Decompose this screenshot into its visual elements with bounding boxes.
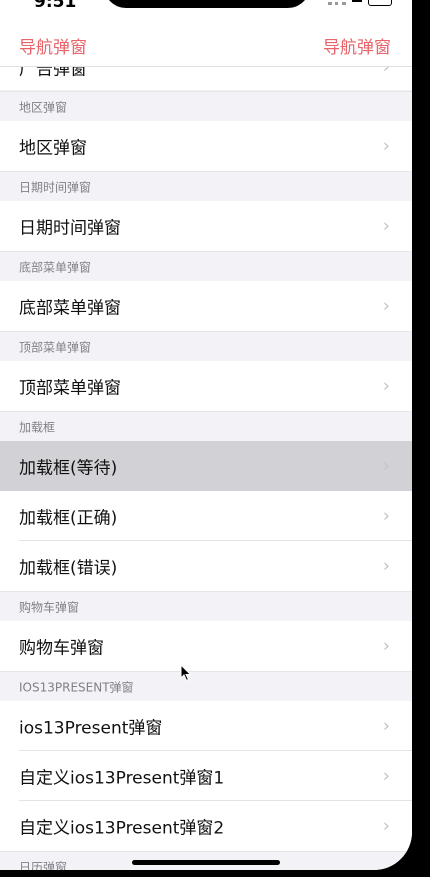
- list-item-loading-err[interactable]: 加载框(错误) ›: [0, 541, 412, 591]
- list-item-label: 顶部菜单弹窗: [19, 378, 121, 399]
- list-item-label: 购物车弹窗: [19, 638, 104, 659]
- list-item-ios13[interactable]: ios13Present弹窗 ›: [0, 701, 412, 751]
- list-item-label: 加载框(错误): [19, 558, 118, 579]
- section-header-top-menu: 顶部菜单弹窗: [0, 331, 412, 363]
- nav-right-button[interactable]: 导航弹窗: [323, 33, 391, 58]
- chevron-right-icon: ›: [382, 295, 390, 317]
- list-item-label: ios13Present弹窗: [19, 718, 163, 739]
- list-item-label: 加载框(正确): [19, 508, 118, 529]
- list-item-bottom-menu[interactable]: 底部菜单弹窗 ›: [0, 281, 412, 331]
- chevron-right-icon: ›: [382, 215, 390, 237]
- section-header-cart: 购物车弹窗: [0, 591, 412, 623]
- chevron-right-icon: ›: [382, 555, 390, 577]
- list-item-loading-wait[interactable]: 加载框(等待) ›: [0, 441, 412, 491]
- chevron-right-icon: ›: [382, 455, 390, 477]
- list-item-label: 自定义ios13Present弹窗2: [19, 818, 225, 839]
- nav-left-button[interactable]: 导航弹窗: [19, 33, 87, 58]
- status-time: 9:51: [34, 0, 77, 12]
- section-header-label: 地区弹窗: [19, 100, 68, 115]
- section-header-label: 购物车弹窗: [19, 600, 80, 615]
- section-header-label: 加载框: [19, 420, 56, 435]
- list-item-ios13-custom2[interactable]: 自定义ios13Present弹窗2 ›: [0, 801, 412, 851]
- list-item-loading-ok[interactable]: 加载框(正确) ›: [0, 491, 412, 541]
- section-header-label: IOS13PRESENT弹窗: [19, 680, 134, 695]
- section-header-label: 日期时间弹窗: [19, 180, 92, 195]
- list-item-cart[interactable]: 购物车弹窗 ›: [0, 621, 412, 671]
- list-item-label: 自定义ios13Present弹窗1: [19, 768, 225, 789]
- chevron-right-icon: ›: [382, 815, 390, 837]
- section-header-datetime: 日期时间弹窗: [0, 171, 412, 203]
- list-item-label: 底部菜单弹窗: [19, 298, 121, 319]
- list-item-datetime[interactable]: 日期时间弹窗 ›: [0, 201, 412, 251]
- chevron-right-icon: ›: [382, 135, 390, 157]
- signal-icon: [328, 0, 346, 5]
- section-header-ios13: IOS13PRESENT弹窗: [0, 671, 412, 703]
- chevron-right-icon: ›: [382, 505, 390, 527]
- phone-screen: 9:51 广告弹窗 › 地区弹窗 地区弹窗 › 日期时间弹窗 日期时间弹窗 › …: [0, 0, 412, 870]
- chevron-right-icon: ›: [382, 715, 390, 737]
- section-header-label: 日历弹窗: [19, 860, 68, 871]
- section-header-loading: 加载框: [0, 411, 412, 443]
- status-icons: [328, 0, 392, 6]
- list-item-ios13-custom1[interactable]: 自定义ios13Present弹窗1 ›: [0, 751, 412, 801]
- chevron-right-icon: ›: [382, 635, 390, 657]
- list-item-region[interactable]: 地区弹窗 ›: [0, 121, 412, 171]
- list-item-label: 加载框(等待): [19, 458, 118, 479]
- list-item-label: 地区弹窗: [19, 138, 87, 159]
- chevron-right-icon: ›: [382, 765, 390, 787]
- section-header-label: 底部菜单弹窗: [19, 260, 92, 275]
- screen-bezel: [412, 0, 430, 877]
- chevron-right-icon: ›: [382, 375, 390, 397]
- notch: [104, 0, 310, 8]
- section-header-label: 顶部菜单弹窗: [19, 340, 92, 355]
- list-item-label: 日期时间弹窗: [19, 218, 121, 239]
- section-header-region: 地区弹窗: [0, 91, 412, 123]
- battery-icon: [368, 0, 392, 6]
- home-indicator[interactable]: [132, 860, 280, 865]
- wifi-icon: [352, 0, 362, 2]
- list-item-top-menu[interactable]: 顶部菜单弹窗 ›: [0, 361, 412, 411]
- section-header-bottom-menu: 底部菜单弹窗: [0, 251, 412, 283]
